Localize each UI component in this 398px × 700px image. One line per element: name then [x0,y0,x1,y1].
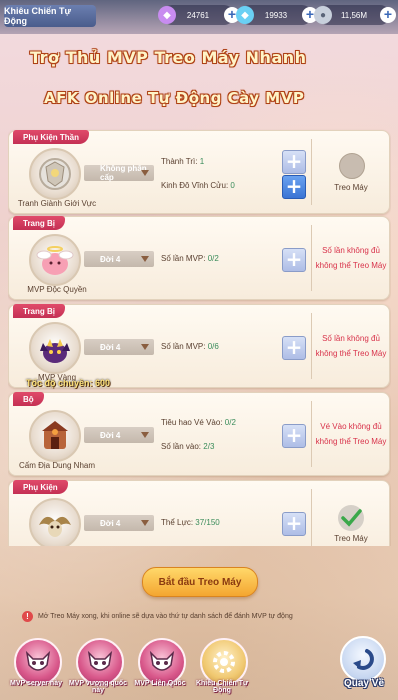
demon-mask-icon [76,638,124,686]
add-ticket-button[interactable]: + [282,175,306,199]
list-item[interactable]: Phụ Kiện Thần Tranh Giành Giới Vực Không… [8,130,390,214]
portrait-image [29,410,81,462]
nav-label: MVP vượng quốc này [68,680,128,694]
stat-row: Số lần MVP: 0/6 [161,342,219,351]
category-tag: Trang Bị [13,304,66,318]
info-text: Mở Treo Máy xong, khi online sẽ dựa vào … [38,613,293,620]
stat-row: Số lần MVP: 0/2 [161,254,219,263]
add-ticket-button[interactable]: + [282,512,306,536]
chevron-down-icon [141,520,149,526]
currency-diamond-blue: ◆ 19933 + [236,5,318,25]
status-warning: Số lần không đủ không thể Treo Máy [315,246,387,270]
divider [311,313,312,379]
status-warning: Vé Vào không đủ không thể Treo Máy [315,422,387,446]
level-dropdown[interactable]: Đời 4 [84,427,154,443]
dark-demon-icon [40,339,70,363]
back-arrow-icon [340,636,386,682]
checkmark-icon [341,509,362,527]
angel-poring-icon [36,246,74,275]
toggle-circle[interactable] [339,153,365,179]
dropdown-value: Đời 4 [100,342,121,352]
diamond-blue-icon: ◆ [236,6,254,24]
divider [311,401,312,467]
chevron-down-icon [141,432,149,438]
portrait-image [29,498,81,546]
nav-mvp-server[interactable]: MVP server này [8,638,64,696]
category-tag: Phụ Kiện Thần [13,130,89,144]
back-label: Quay Về [343,678,385,689]
currency-value: 19933 [264,10,288,20]
coin-silver-icon: ● [314,6,332,24]
nav-mvp-alliance[interactable]: MVP Liên Quốc [132,638,188,696]
currency-diamond-pink: ◆ 24761 + [158,5,240,25]
currency-value: 24761 [186,10,210,20]
mvp-name: Cấm Địa Dung Nham [18,461,96,470]
nav-label: MVP Liên Quốc [134,680,186,687]
lava-temple-icon [42,421,68,449]
list-item[interactable]: Phụ Kiện Đời 4 Thể Lực: 37/150 + Treo Má… [8,480,390,546]
dropdown-value: Đời 4 [100,430,121,440]
stat-row: Thành Trì: 1 [161,157,205,166]
back-button[interactable]: Quay Về [334,636,390,696]
portrait-image [29,322,81,374]
list-item[interactable]: Trang Bị MVP Vàng Đời 4 Số lần MVP: 0/6 … [8,304,390,388]
shield-emblem-icon [39,158,71,190]
nav-mvp-kingdom[interactable]: MVP vượng quốc này [69,638,127,696]
info-icon: ! [22,611,33,622]
demon-mask-icon [138,638,186,686]
top-bar: Khiêu Chiến Tự Động ◆ 24761 + ◆ 19933 + … [0,0,398,34]
list-item[interactable]: Bộ Cấm Địa Dung Nham Đời 4 Tiêu hao Vé V… [8,392,390,476]
add-ticket-button[interactable]: + [282,424,306,448]
portrait-image [29,148,81,200]
level-dropdown[interactable]: Đời 4 [84,339,154,355]
divider [311,139,312,205]
chevron-down-icon [141,170,149,176]
chevron-down-icon [141,344,149,350]
mvp-name: MVP Độc Quyền [27,285,87,294]
status-label: Treo Máy [334,534,368,543]
chevron-down-icon [141,256,149,262]
nav-auto-challenge[interactable]: Khiêu Chiến Tự Động [194,638,250,696]
status-warning: Số lần không đủ không thể Treo Máy [315,334,387,358]
demon-mask-icon [14,638,62,686]
category-tag: Trang Bị [13,216,66,230]
stat-row: Tiêu hao Vé Vào: 0/2 [161,418,236,427]
start-afk-button[interactable]: Bắt đầu Treo Máy [142,567,258,597]
add-ticket-button[interactable]: + [282,336,306,360]
banner-line-1: Trợ Thủ MVP Treo Máy Nhanh [30,48,307,67]
nav-label: Khiêu Chiến Tự Động [195,680,249,694]
stat-row: Kinh Đô Vĩnh Cửu: 0 [161,181,235,190]
add-currency-button[interactable]: + [380,7,396,23]
nav-label: MVP server này [9,680,62,687]
stat-row: Số lần vào: 2/3 [161,442,215,451]
divider [311,225,312,291]
portrait-image [29,234,81,286]
add-ticket-button[interactable]: + [282,248,306,272]
level-dropdown[interactable]: Không phân cấp [84,164,154,182]
currency-coin: ● 11,56M + [314,5,396,25]
banner-line-2: AFK Online Tự Động Cày MVP [44,89,305,107]
category-tag: Bộ [13,392,44,406]
dropdown-value: Đời 4 [100,254,121,264]
gear-icon [200,638,248,686]
mvp-list[interactable]: Phụ Kiện Thần Tranh Giành Giới Vực Không… [8,128,391,546]
level-dropdown[interactable]: Đời 4 [84,515,154,531]
stat-row: Thể Lực: 37/150 [161,518,220,527]
dropdown-value: Đời 4 [100,518,121,528]
diamond-pink-icon: ◆ [158,6,176,24]
currency-value: 11,56M [340,10,368,20]
check-icon[interactable] [338,505,364,531]
add-ticket-button[interactable]: + [282,150,306,174]
level-dropdown[interactable]: Đời 4 [84,251,154,267]
category-tag: Phụ Kiện [13,480,68,494]
info-message: ! Mở Treo Máy xong, khi online sẽ dựa và… [22,611,293,622]
status-label: Treo Máy [334,183,368,192]
list-item[interactable]: Trang Bị MVP Độc Quyền Đời 4 Số lần MVP:… [8,216,390,300]
winged-beast-icon [39,516,71,537]
window-title: Khiêu Chiến Tự Động [4,5,96,27]
mvp-name: Tranh Giành Giới Vực [17,199,97,208]
speed-overlay-text: Tốc độ chuyền: 600 [26,378,111,388]
divider [311,489,312,546]
